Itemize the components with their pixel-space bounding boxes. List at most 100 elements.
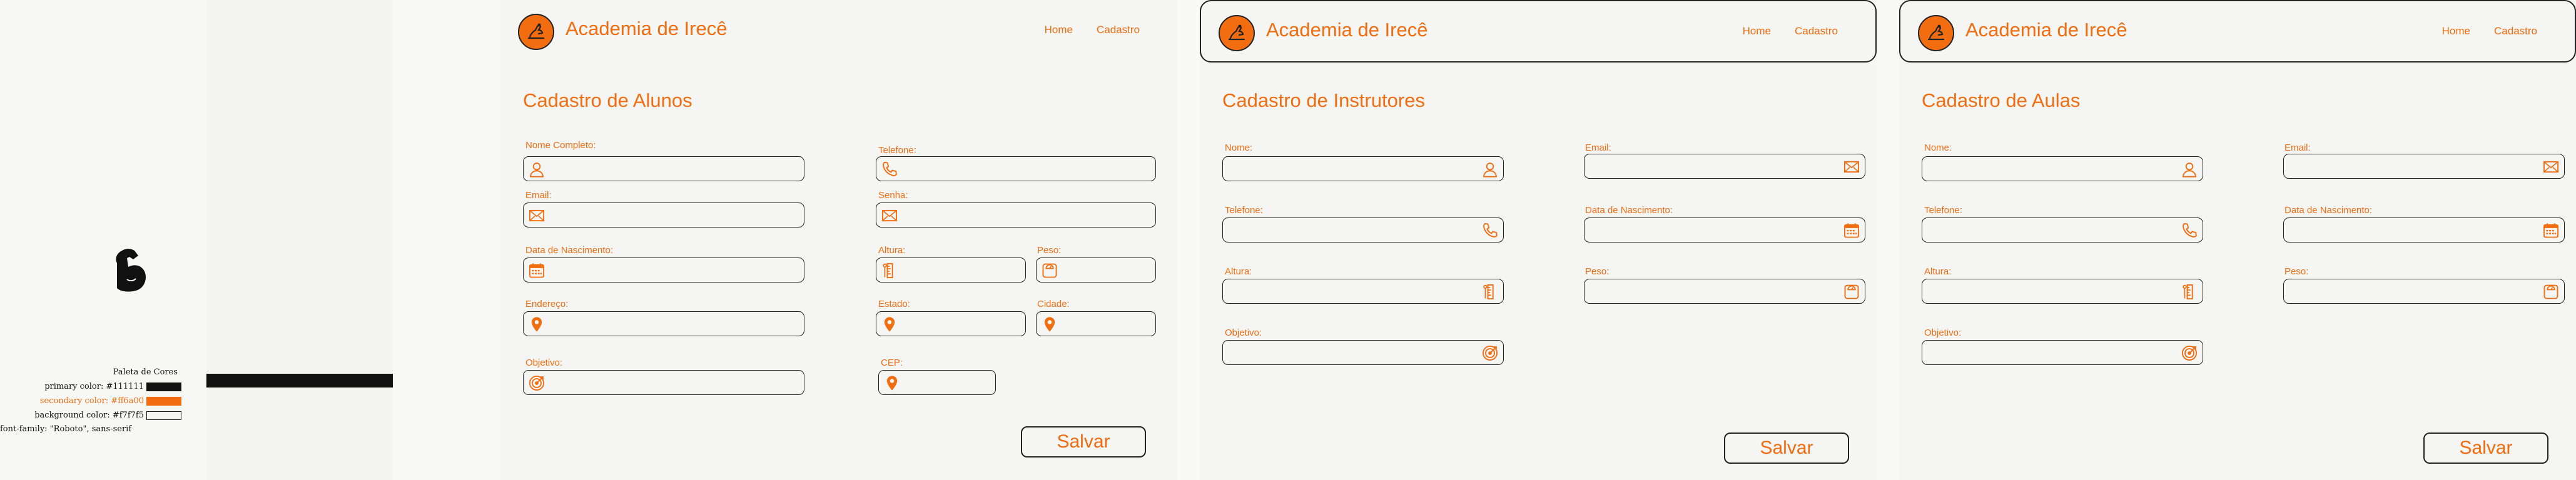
logo-icon[interactable] xyxy=(1918,15,1954,51)
phone-icon xyxy=(2180,221,2199,240)
map-pin-icon xyxy=(527,315,546,334)
logo-icon[interactable] xyxy=(518,14,554,50)
map-pin-icon xyxy=(880,315,899,334)
label-nome: Nome: xyxy=(1225,142,1253,153)
phone-icon xyxy=(880,160,899,179)
save-button[interactable]: Salvar xyxy=(1021,426,1146,458)
email-field[interactable] xyxy=(523,202,804,228)
nascimento-field[interactable] xyxy=(2283,218,2565,242)
label-nome: Nome: xyxy=(1924,142,1952,153)
scale-icon xyxy=(1842,282,1861,301)
label-nascimento: Data de Nascimento: xyxy=(525,245,614,256)
secondary-color-label: secondary color: #ff6a00 xyxy=(39,396,144,406)
scale-icon xyxy=(1040,261,1059,280)
label-cidade: Cidade: xyxy=(1037,299,1070,309)
brand-title[interactable]: Academia de Irecê xyxy=(1266,19,1427,41)
label-objetivo: Objetivo: xyxy=(1924,328,1962,338)
primary-color-row: primary color: #111111 xyxy=(44,382,181,391)
telefone-field[interactable] xyxy=(1222,218,1504,242)
nome-field[interactable] xyxy=(523,156,804,181)
objetivo-field[interactable] xyxy=(1922,340,2203,365)
email-field[interactable] xyxy=(1584,154,1865,179)
header: Academia de Irecê Home Cadastro xyxy=(1899,0,2576,62)
mail-icon xyxy=(527,206,546,225)
font-family-label: font-family: "Roboto", sans-serif xyxy=(0,424,132,434)
telefone-field[interactable] xyxy=(876,156,1156,181)
style-guide-panel: Paleta de Cores primary color: #111111 s… xyxy=(0,0,206,480)
label-peso: Peso: xyxy=(2284,266,2309,277)
calendar-icon xyxy=(2542,221,2560,240)
label-email: Email: xyxy=(2284,142,2311,153)
label-altura: Altura: xyxy=(1225,266,1252,277)
map-pin-icon xyxy=(883,374,901,392)
nav-cadastro[interactable]: Cadastro xyxy=(2494,25,2537,38)
label-cep: CEP: xyxy=(881,358,903,368)
target-icon xyxy=(2180,344,2199,362)
senha-field[interactable] xyxy=(876,202,1156,228)
primary-color-bar xyxy=(206,374,394,388)
nav-cadastro[interactable]: Cadastro xyxy=(1097,24,1140,36)
objetivo-field[interactable] xyxy=(523,370,804,395)
save-button[interactable]: Salvar xyxy=(2423,432,2548,464)
target-icon xyxy=(527,374,546,392)
mail-icon xyxy=(2542,158,2560,176)
divider xyxy=(393,0,500,480)
label-telefone: Telefone: xyxy=(878,145,916,156)
screen-cadastro-instrutores: Academia de Irecê Home Cadastro Cadastro… xyxy=(1200,0,1877,480)
header: Academia de Irecê Home Cadastro xyxy=(500,0,1177,62)
label-telefone: Telefone: xyxy=(1924,205,1962,216)
scale-icon xyxy=(2542,282,2560,301)
nav-home[interactable]: Home xyxy=(2442,25,2470,38)
label-senha: Senha: xyxy=(878,190,908,201)
objetivo-field[interactable] xyxy=(1222,340,1504,365)
cep-field[interactable] xyxy=(878,370,996,395)
nav: Home Cadastro xyxy=(1743,25,1838,38)
label-altura: Altura: xyxy=(878,245,906,256)
email-field[interactable] xyxy=(2283,154,2565,179)
page-title: Cadastro de Aulas xyxy=(1922,89,2081,111)
peso-field[interactable] xyxy=(1584,279,1865,304)
label-nome: Nome Completo: xyxy=(525,140,596,151)
logo-icon[interactable] xyxy=(1219,15,1255,51)
nascimento-field[interactable] xyxy=(523,258,804,282)
label-email: Email: xyxy=(525,190,552,201)
estado-field[interactable] xyxy=(876,311,1026,336)
secondary-swatch xyxy=(146,396,181,406)
nav-home[interactable]: Home xyxy=(1743,25,1771,38)
nome-field[interactable] xyxy=(1922,156,2203,181)
target-icon xyxy=(1481,344,1499,362)
altura-field[interactable] xyxy=(1922,279,2203,304)
page-title: Cadastro de Instrutores xyxy=(1222,89,1425,111)
label-peso: Peso: xyxy=(1585,266,1610,277)
peso-field[interactable] xyxy=(2283,279,2565,304)
secondary-color-row: secondary color: #ff6a00 xyxy=(40,396,181,406)
guide-panel-right xyxy=(206,0,393,480)
primary-color-label: primary color: #111111 xyxy=(44,382,144,391)
label-peso: Peso: xyxy=(1037,245,1062,256)
peso-field[interactable] xyxy=(1036,258,1156,282)
brand-title[interactable]: Academia de Irecê xyxy=(1965,19,2127,41)
mail-icon xyxy=(1842,158,1861,176)
user-icon xyxy=(1481,160,1499,179)
endereco-field[interactable] xyxy=(523,311,804,336)
label-email: Email: xyxy=(1585,142,1611,153)
telefone-field[interactable] xyxy=(1922,218,2203,242)
nome-field[interactable] xyxy=(1222,156,1504,181)
cidade-field[interactable] xyxy=(1036,311,1156,336)
nav-home[interactable]: Home xyxy=(1045,24,1073,36)
altura-field[interactable] xyxy=(1222,279,1504,304)
label-objetivo: Objetivo: xyxy=(1225,328,1262,338)
label-telefone: Telefone: xyxy=(1225,205,1263,216)
calendar-icon xyxy=(527,261,546,280)
user-icon xyxy=(527,160,546,179)
label-nascimento: Data de Nascimento: xyxy=(2284,205,2373,216)
brand-title[interactable]: Academia de Irecê xyxy=(565,18,727,40)
nav-cadastro[interactable]: Cadastro xyxy=(1795,25,1838,38)
nascimento-field[interactable] xyxy=(1584,218,1865,242)
muscle-icon xyxy=(116,249,146,292)
label-objetivo: Objetivo: xyxy=(525,358,563,368)
page-title: Cadastro de Alunos xyxy=(523,89,692,111)
user-icon xyxy=(2180,160,2199,179)
altura-field[interactable] xyxy=(876,258,1026,282)
save-button[interactable]: Salvar xyxy=(1724,432,1849,464)
